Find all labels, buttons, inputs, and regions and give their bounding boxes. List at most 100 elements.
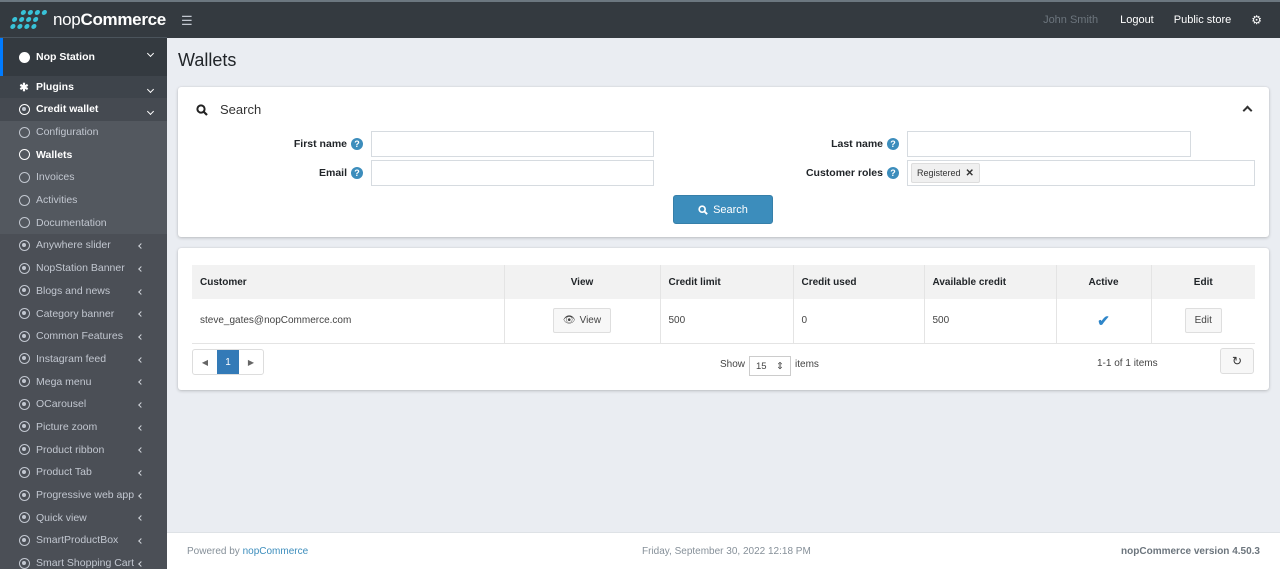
nop-station-icon — [18, 51, 30, 63]
sidebar-item-credit-wallet[interactable]: Credit wallet — [0, 98, 167, 121]
sidebar-item-smartproductbox[interactable]: SmartProductBox — [0, 529, 167, 552]
sidebar: Nop Station ✱ Plugins Credit wallet Conf… — [0, 38, 167, 569]
column-header-credit-used[interactable]: Credit used — [792, 265, 924, 299]
chevron-left-icon — [138, 288, 144, 295]
page-size-control: Show 15 ⇕ items — [720, 352, 819, 376]
sidebar-item-label: Common Features — [36, 330, 123, 343]
dot-circle-icon — [18, 512, 30, 524]
prev-page-icon[interactable]: ◀ — [193, 350, 217, 374]
chevron-left-icon — [138, 538, 144, 544]
help-icon[interactable]: ? — [887, 138, 899, 150]
logout-link[interactable]: Logout — [1120, 14, 1154, 26]
circle-icon — [18, 149, 30, 161]
column-header-edit[interactable]: Edit — [1150, 265, 1255, 299]
search-button[interactable]: Search — [673, 195, 773, 224]
chevron-left-icon — [138, 334, 144, 340]
sidebar-item-product-ribbon[interactable]: Product ribbon — [0, 438, 167, 461]
search-icon — [196, 103, 208, 116]
refresh-icon[interactable]: ↻ — [1220, 348, 1254, 374]
brand-logo[interactable]: nopCommerce — [0, 2, 167, 38]
dot-circle-icon — [18, 421, 30, 433]
sidebar-item-label: Configuration — [36, 126, 99, 139]
help-icon[interactable]: ? — [887, 167, 899, 179]
sidebar-item-invoices[interactable]: Invoices — [0, 166, 167, 189]
sidebar-item-category-banner[interactable]: Category banner — [0, 302, 167, 325]
sidebar-item-wallets[interactable]: Wallets — [0, 143, 167, 167]
chevron-down-icon — [146, 107, 155, 116]
sidebar-item-label: Plugins — [36, 81, 74, 93]
sidebar-item-configuration[interactable]: Configuration — [0, 120, 167, 144]
next-page-icon[interactable]: ▶ — [239, 350, 263, 374]
circle-icon — [18, 217, 30, 229]
sidebar-item-ocarousel[interactable]: OCarousel — [0, 393, 167, 416]
sidebar-item-documentation[interactable]: Documentation — [0, 211, 167, 235]
column-header-credit-limit[interactable]: Credit limit — [659, 265, 793, 299]
sidebar-item-nop-station[interactable]: Nop Station — [0, 38, 167, 76]
page-size-select[interactable]: 15 ⇕ — [749, 356, 792, 376]
wallets-grid-panel: Customer View Credit limit Credit used A… — [178, 248, 1269, 390]
nopcommerce-link[interactable]: nopCommerce — [243, 546, 309, 557]
chevron-left-icon — [138, 515, 144, 522]
hamburger-icon[interactable]: ☰ — [181, 13, 193, 29]
sidebar-item-instagram-feed[interactable]: Instagram feed — [0, 348, 167, 371]
column-header-view[interactable]: View — [503, 265, 660, 299]
checkmark-icon: ✔ — [1097, 312, 1110, 330]
dot-circle-icon — [18, 308, 30, 320]
public-store-link[interactable]: Public store — [1174, 14, 1231, 26]
sidebar-item-label: Nop Station — [36, 51, 95, 63]
customer-roles-label: Customer roles? — [708, 167, 899, 179]
email-input[interactable] — [371, 160, 654, 186]
help-icon[interactable]: ? — [351, 138, 363, 150]
circle-icon — [18, 171, 30, 183]
sidebar-item-anywhere-slider[interactable]: Anywhere slider — [0, 234, 167, 257]
customer-roles-select[interactable]: Registered ✕ — [907, 160, 1255, 186]
sidebar-item-label: Activities — [36, 194, 78, 207]
sidebar-item-mega-menu[interactable]: Mega menu — [0, 370, 167, 393]
column-header-active[interactable]: Active — [1055, 265, 1151, 299]
search-panel-title: Search — [220, 102, 262, 117]
edit-button[interactable]: Edit — [1184, 308, 1222, 334]
help-icon[interactable]: ? — [351, 167, 363, 179]
sidebar-item-quick-view[interactable]: Quick view — [0, 506, 167, 529]
chevron-up-icon[interactable] — [1242, 105, 1253, 116]
view-button[interactable]: 👁︎ View — [552, 308, 612, 334]
remove-tag-icon[interactable]: ✕ — [966, 168, 974, 179]
sidebar-item-progressive-web-app[interactable]: Progressive web app — [0, 484, 167, 507]
wallets-table: Customer View Credit limit Credit used A… — [192, 265, 1255, 344]
customer-roles-row: Customer roles? Registered ✕ — [708, 160, 1255, 186]
sidebar-item-label: SmartProductBox — [36, 534, 119, 547]
dot-circle-icon — [18, 466, 30, 478]
chevron-left-icon — [138, 492, 144, 499]
circle-icon — [18, 194, 30, 206]
sidebar-item-smart-shopping-cart[interactable]: Smart Shopping Cart — [0, 552, 167, 569]
page-button[interactable]: 1 — [217, 350, 239, 374]
page-title: Wallets — [178, 50, 237, 70]
sidebar-item-blogs-and-news[interactable]: Blogs and news — [0, 280, 167, 303]
footer-version: nopCommerce version 4.50.3 — [1121, 546, 1260, 557]
top-nav-links: John Smith Logout Public store ⚙ — [1043, 2, 1280, 38]
column-header-customer[interactable]: Customer — [192, 265, 504, 299]
sidebar-item-nopstation-banner[interactable]: NopStation Banner — [0, 257, 167, 280]
search-icon — [698, 204, 708, 215]
footer-datetime: Friday, September 30, 2022 12:18 PM — [642, 546, 811, 557]
sidebar-item-plugins[interactable]: ✱ Plugins — [0, 76, 167, 98]
sidebar-item-label: Blogs and news — [36, 284, 111, 297]
sidebar-item-common-features[interactable]: Common Features — [0, 325, 167, 348]
sidebar-item-label: Product ribbon — [36, 443, 105, 456]
last-name-row: Last name? — [708, 131, 1191, 157]
sidebar-item-product-tab[interactable]: Product Tab — [0, 461, 167, 484]
dot-circle-icon — [18, 489, 30, 501]
email-row: Email? — [178, 160, 654, 186]
show-label: Show — [720, 358, 746, 370]
gears-icon[interactable]: ⚙ — [1251, 13, 1262, 27]
sidebar-item-label: Instagram feed — [36, 352, 107, 365]
last-name-input[interactable] — [907, 131, 1191, 157]
first-name-input[interactable] — [371, 131, 654, 157]
dot-circle-icon — [18, 534, 30, 546]
sidebar-item-picture-zoom[interactable]: Picture zoom — [0, 416, 167, 439]
sidebar-item-label: Credit wallet — [36, 103, 99, 116]
sidebar-item-activities[interactable]: Activities — [0, 188, 167, 212]
column-header-available-credit[interactable]: Available credit — [923, 265, 1056, 299]
search-panel-header[interactable]: Search — [196, 102, 261, 117]
eye-icon: 👁︎ — [562, 315, 576, 327]
